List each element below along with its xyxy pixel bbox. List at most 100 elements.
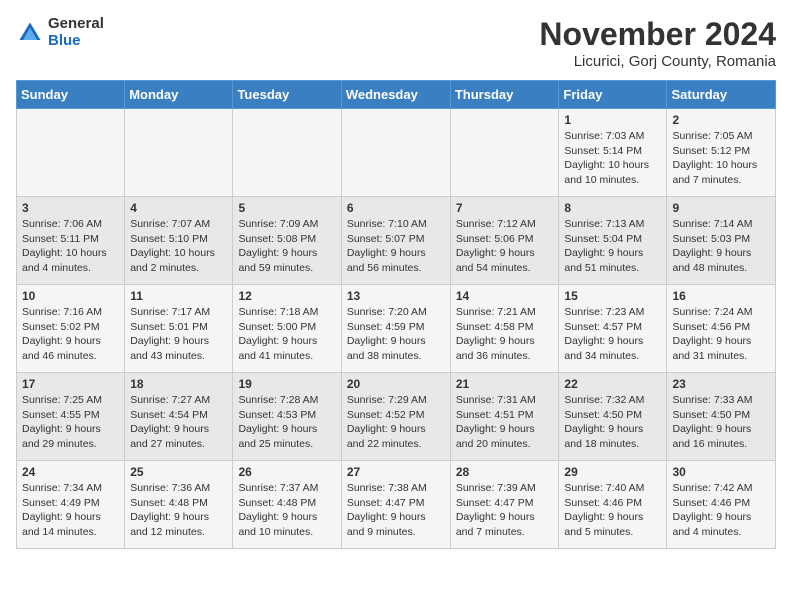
table-row — [450, 109, 559, 197]
day-number: 17 — [22, 377, 119, 391]
day-number: 11 — [130, 289, 227, 303]
table-row — [341, 109, 450, 197]
day-info: Sunrise: 7:32 AM Sunset: 4:50 PM Dayligh… — [564, 393, 661, 452]
day-number: 22 — [564, 377, 661, 391]
day-info: Sunrise: 7:33 AM Sunset: 4:50 PM Dayligh… — [672, 393, 770, 452]
table-row: 6Sunrise: 7:10 AM Sunset: 5:07 PM Daylig… — [341, 197, 450, 285]
table-row: 22 Sunrise: 7:32 AM Sunset: 4:50 PM Dayli… — [559, 373, 667, 461]
day-info: Sunrise: 7:36 AM Sunset: 4:48 PM Dayligh… — [130, 481, 227, 540]
table-row: 12 Sunrise: 7:18 AM Sunset: 5:00 PM Dayli… — [233, 285, 341, 373]
day-info: Sunrise: 7:28 AM Sunset: 4:53 PM Dayligh… — [238, 393, 335, 452]
table-row: 26Sunrise: 7:37 AM Sunset: 4:48 PM Dayli… — [233, 461, 341, 549]
column-header-wednesday: Wednesday — [341, 81, 450, 109]
table-row: 9Sunrise: 7:14 AM Sunset: 5:03 PM Daylig… — [667, 197, 776, 285]
day-info: Sunrise: 7:40 AM Sunset: 4:46 PM Dayligh… — [564, 481, 661, 540]
table-row: 17 Sunrise: 7:25 AM Sunset: 4:55 PM Dayli… — [17, 373, 125, 461]
table-row: 3 Sunrise: 7:06 AM Sunset: 5:11 PM Daylig… — [17, 197, 125, 285]
day-number: 2 — [672, 113, 770, 127]
logo-general-text: General — [48, 16, 104, 33]
day-info: Sunrise: 7:37 AM Sunset: 4:48 PM Dayligh… — [238, 481, 335, 540]
day-info: Sunrise: 7:31 AM Sunset: 4:51 PM Dayligh… — [456, 393, 554, 452]
title-area: November 2024 Licurici, Gorj County, Rom… — [539, 16, 776, 70]
day-info: Sunrise: 7:05 AM Sunset: 5:12 PM Dayligh… — [672, 129, 770, 188]
table-row: 16Sunrise: 7:24 AM Sunset: 4:56 PM Dayli… — [667, 285, 776, 373]
table-row: 8Sunrise: 7:13 AM Sunset: 5:04 PM Daylig… — [559, 197, 667, 285]
table-row: 28 Sunrise: 7:39 AM Sunset: 4:47 PM Dayli… — [450, 461, 559, 549]
day-number: 29 — [564, 465, 661, 479]
day-number: 10 — [22, 289, 119, 303]
day-info: Sunrise: 7:14 AM Sunset: 5:03 PM Dayligh… — [672, 217, 770, 276]
column-header-friday: Friday — [559, 81, 667, 109]
day-number: 7 — [456, 201, 554, 215]
day-number: 1 — [564, 113, 661, 127]
day-number: 24 — [22, 465, 119, 479]
table-row: 24 Sunrise: 7:34 AM Sunset: 4:49 PM Dayli… — [17, 461, 125, 549]
day-number: 14 — [456, 289, 554, 303]
calendar-table: SundayMondayTuesdayWednesdayThursdayFrid… — [16, 80, 776, 549]
day-info: Sunrise: 7:09 AM Sunset: 5:08 PM Dayligh… — [238, 217, 335, 276]
table-row — [233, 109, 341, 197]
table-row — [17, 109, 125, 197]
header: General Blue November 2024 Licurici, Gor… — [16, 16, 776, 70]
table-row — [125, 109, 233, 197]
table-row: 4Sunrise: 7:07 AM Sunset: 5:10 PM Daylig… — [125, 197, 233, 285]
day-number: 12 — [238, 289, 335, 303]
logo-icon — [16, 19, 44, 47]
table-row: 1 Sunrise: 7:03 AM Sunset: 5:14 PM Daylig… — [559, 109, 667, 197]
day-info: Sunrise: 7:39 AM Sunset: 4:47 PM Dayligh… — [456, 481, 554, 540]
day-info: Sunrise: 7:27 AM Sunset: 4:54 PM Dayligh… — [130, 393, 227, 452]
table-row: 14 Sunrise: 7:21 AM Sunset: 4:58 PM Dayli… — [450, 285, 559, 373]
day-number: 18 — [130, 377, 227, 391]
logo-text: General Blue — [48, 16, 104, 49]
calendar-week-row: 17 Sunrise: 7:25 AM Sunset: 4:55 PM Dayli… — [17, 373, 776, 461]
column-header-thursday: Thursday — [450, 81, 559, 109]
day-number: 28 — [456, 465, 554, 479]
table-row: 23Sunrise: 7:33 AM Sunset: 4:50 PM Dayli… — [667, 373, 776, 461]
table-row: 29 Sunrise: 7:40 AM Sunset: 4:46 PM Dayli… — [559, 461, 667, 549]
column-header-sunday: Sunday — [17, 81, 125, 109]
column-header-tuesday: Tuesday — [233, 81, 341, 109]
main-title: November 2024 — [539, 16, 776, 53]
day-info: Sunrise: 7:10 AM Sunset: 5:07 PM Dayligh… — [347, 217, 445, 276]
day-number: 25 — [130, 465, 227, 479]
table-row: 25 Sunrise: 7:36 AM Sunset: 4:48 PM Dayli… — [125, 461, 233, 549]
table-row: 10 Sunrise: 7:16 AM Sunset: 5:02 PM Dayli… — [17, 285, 125, 373]
day-number: 27 — [347, 465, 445, 479]
day-number: 30 — [672, 465, 770, 479]
day-info: Sunrise: 7:42 AM Sunset: 4:46 PM Dayligh… — [672, 481, 770, 540]
subtitle: Licurici, Gorj County, Romania — [539, 53, 776, 70]
day-number: 19 — [238, 377, 335, 391]
table-row: 11Sunrise: 7:17 AM Sunset: 5:01 PM Dayli… — [125, 285, 233, 373]
day-info: Sunrise: 7:16 AM Sunset: 5:02 PM Dayligh… — [22, 305, 119, 364]
table-row: 27 Sunrise: 7:38 AM Sunset: 4:47 PM Dayli… — [341, 461, 450, 549]
day-number: 8 — [564, 201, 661, 215]
day-info: Sunrise: 7:38 AM Sunset: 4:47 PM Dayligh… — [347, 481, 445, 540]
calendar-week-row: 3 Sunrise: 7:06 AM Sunset: 5:11 PM Daylig… — [17, 197, 776, 285]
table-row: 21Sunrise: 7:31 AM Sunset: 4:51 PM Dayli… — [450, 373, 559, 461]
table-row: 2 Sunrise: 7:05 AM Sunset: 5:12 PM Daylig… — [667, 109, 776, 197]
table-row: 20Sunrise: 7:29 AM Sunset: 4:52 PM Dayli… — [341, 373, 450, 461]
day-info: Sunrise: 7:12 AM Sunset: 5:06 PM Dayligh… — [456, 217, 554, 276]
table-row: 15Sunrise: 7:23 AM Sunset: 4:57 PM Dayli… — [559, 285, 667, 373]
day-number: 5 — [238, 201, 335, 215]
logo-blue-text: Blue — [48, 33, 104, 50]
calendar-week-row: 1 Sunrise: 7:03 AM Sunset: 5:14 PM Daylig… — [17, 109, 776, 197]
table-row: 5 Sunrise: 7:09 AM Sunset: 5:08 PM Daylig… — [233, 197, 341, 285]
table-row: 18 Sunrise: 7:27 AM Sunset: 4:54 PM Dayli… — [125, 373, 233, 461]
day-info: Sunrise: 7:21 AM Sunset: 4:58 PM Dayligh… — [456, 305, 554, 364]
calendar-week-row: 24 Sunrise: 7:34 AM Sunset: 4:49 PM Dayli… — [17, 461, 776, 549]
day-number: 3 — [22, 201, 119, 215]
day-number: 13 — [347, 289, 445, 303]
day-info: Sunrise: 7:29 AM Sunset: 4:52 PM Dayligh… — [347, 393, 445, 452]
day-info: Sunrise: 7:18 AM Sunset: 5:00 PM Dayligh… — [238, 305, 335, 364]
calendar-week-row: 10 Sunrise: 7:16 AM Sunset: 5:02 PM Dayli… — [17, 285, 776, 373]
day-info: Sunrise: 7:34 AM Sunset: 4:49 PM Dayligh… — [22, 481, 119, 540]
day-info: Sunrise: 7:06 AM Sunset: 5:11 PM Dayligh… — [22, 217, 119, 276]
table-row: 7 Sunrise: 7:12 AM Sunset: 5:06 PM Daylig… — [450, 197, 559, 285]
day-info: Sunrise: 7:03 AM Sunset: 5:14 PM Dayligh… — [564, 129, 661, 188]
day-info: Sunrise: 7:25 AM Sunset: 4:55 PM Dayligh… — [22, 393, 119, 452]
table-row: 13Sunrise: 7:20 AM Sunset: 4:59 PM Dayli… — [341, 285, 450, 373]
column-header-monday: Monday — [125, 81, 233, 109]
column-header-saturday: Saturday — [667, 81, 776, 109]
day-info: Sunrise: 7:24 AM Sunset: 4:56 PM Dayligh… — [672, 305, 770, 364]
